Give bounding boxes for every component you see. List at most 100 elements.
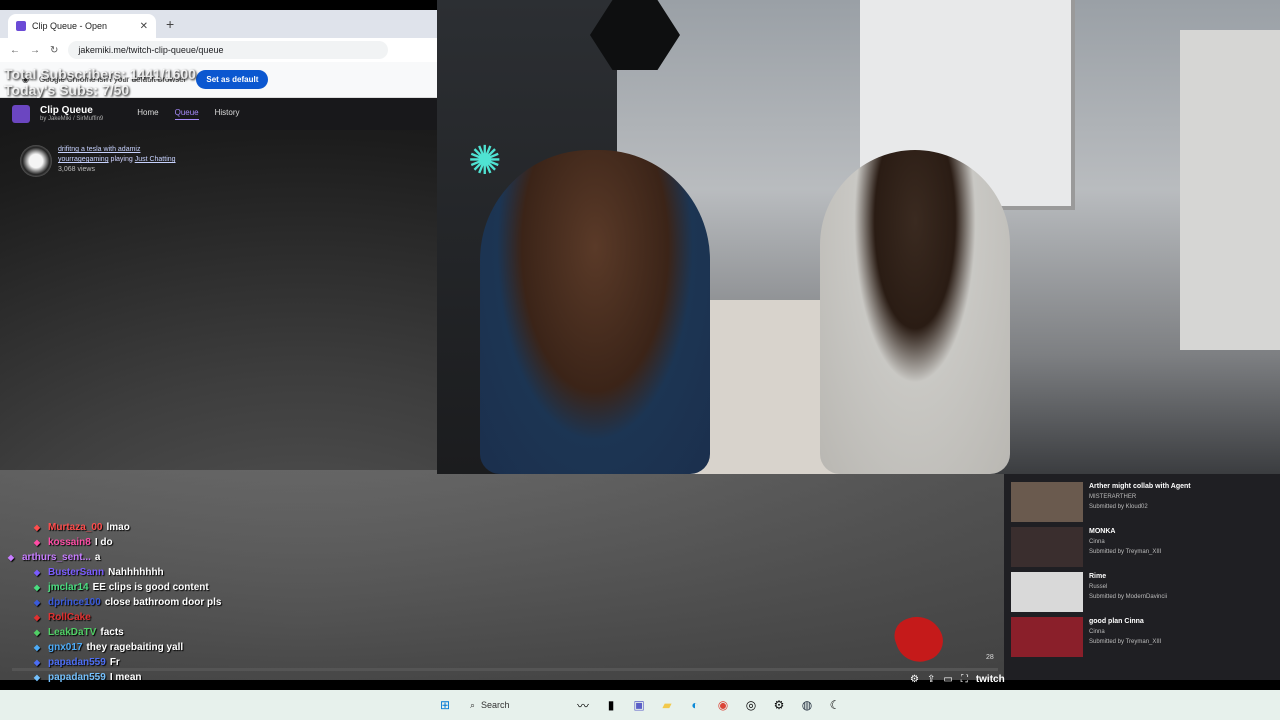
new-tab-icon[interactable]: +: [166, 16, 174, 32]
chat-username[interactable]: kossain8: [48, 537, 91, 548]
clip-queue-header: Clip Queue by JakeMiki / SirMuffin9 Home…: [0, 98, 437, 130]
clip-queue-byline: by JakeMiki / SirMuffin9: [40, 116, 104, 122]
door: [1180, 30, 1280, 350]
chat-username[interactable]: arthurs_sent...: [22, 552, 91, 563]
chat-username[interactable]: Murtaza_00: [48, 522, 102, 533]
progress-bar[interactable]: [12, 668, 998, 671]
nav-queue[interactable]: Queue: [174, 108, 199, 120]
clip-channel[interactable]: yourragegaming: [58, 156, 109, 163]
obs-icon[interactable]: ◎: [742, 696, 760, 714]
url-field[interactable]: jakemiki.me/twitch-clip-queue/queue: [68, 41, 389, 59]
clip-queue-favicon-icon: [16, 21, 26, 31]
set-default-button[interactable]: Set as default: [196, 70, 269, 89]
chat-username[interactable]: BusterSann: [48, 567, 104, 578]
queued-clip-channel: Russel: [1089, 584, 1108, 590]
file-explorer-icon[interactable]: ▰: [658, 696, 676, 714]
chat-text: a: [94, 552, 101, 563]
chat-message: ◆ jmclar14 EE clips is good content: [0, 580, 300, 595]
tab-title: Clip Queue - Open: [32, 21, 108, 31]
badge-icon: ◆: [33, 598, 41, 607]
queued-clip[interactable]: Rime Russel Submitted by ModernDavincii: [1004, 564, 1280, 612]
settings-icon[interactable]: ⚙: [910, 674, 919, 685]
chrome-icon[interactable]: ◉: [714, 696, 732, 714]
queued-clip[interactable]: Arther might collab with Agent MISTERARTH…: [1004, 474, 1280, 522]
nav-home[interactable]: Home: [137, 108, 158, 120]
chat-message: ◆ LeakDaTV facts: [0, 625, 300, 640]
chat-username[interactable]: papadan559: [48, 657, 106, 668]
chat-text: facts: [100, 627, 124, 638]
clips-sidebar: Arther might collab with Agent MISTERARTH…: [1004, 474, 1280, 680]
start-icon[interactable]: ⊞: [436, 696, 454, 714]
edge-icon[interactable]: ◐: [686, 696, 704, 714]
clip-thumbnail[interactable]: [1011, 572, 1083, 612]
tab-clip-queue[interactable]: Clip Queue - Open ✕: [8, 14, 156, 38]
chat-username[interactable]: RollCake: [48, 612, 91, 623]
close-icon[interactable]: ✕: [140, 21, 148, 32]
badge-icon: ◆: [33, 613, 41, 622]
chat-text: they ragebaiting yall: [86, 642, 184, 653]
clip-count: 28: [986, 654, 994, 661]
chat-username[interactable]: gnx017: [48, 642, 82, 653]
guest: [820, 150, 1010, 474]
chat-message: ◆ papadan559 I mean: [0, 670, 300, 685]
chat-username[interactable]: dprince100: [48, 597, 101, 608]
queued-clip-submitted: Submitted by ModernDavincii: [1089, 594, 1168, 600]
badge-icon: ◆: [33, 643, 41, 652]
queued-clip-submitted: Submitted by Kloud02: [1089, 504, 1148, 510]
nav-history[interactable]: History: [215, 108, 240, 120]
chat-message: ◆ arthurs_sent... a: [0, 550, 300, 565]
url-text: jakemiki.me/twitch-clip-queue/queue: [78, 45, 224, 55]
task-view-icon[interactable]: ▮: [602, 696, 620, 714]
queued-clip-title: MONKA: [1089, 528, 1116, 535]
queued-clip[interactable]: good plan Cinna Cinna Submitted by Treyman…: [1004, 609, 1280, 657]
clip-thumbnail[interactable]: [1011, 617, 1083, 657]
clip-category[interactable]: Just Chatting: [135, 156, 176, 163]
steam-icon[interactable]: ◍: [798, 696, 816, 714]
twitch-logo[interactable]: twitch: [976, 674, 1005, 685]
fullscreen-icon[interactable]: ⛶: [961, 674, 968, 685]
chat-message: ◆ RollCake: [0, 610, 300, 625]
clip-queue-nav: Home Queue History: [137, 108, 240, 120]
badge-icon: ◆: [7, 553, 15, 562]
chat-username[interactable]: jmclar14: [48, 582, 89, 593]
settings-app-icon[interactable]: ⚙: [770, 696, 788, 714]
taskbar-search[interactable]: ⌕ Search: [464, 694, 564, 716]
chat-message: ◆ dprince100 close bathroom door pls: [0, 595, 300, 610]
chat-message: ◆ BusterSann Nahhhhhhh: [0, 565, 300, 580]
theater-icon[interactable]: ▭: [943, 674, 952, 685]
forward-icon[interactable]: →: [30, 45, 40, 56]
clip-thumbnail[interactable]: [1011, 527, 1083, 567]
app-icon[interactable]: ☾: [826, 696, 844, 714]
share-icon[interactable]: ⇪: [927, 674, 935, 685]
badge-icon: ◆: [33, 538, 41, 547]
chat-overlay: ◆ Murtaza_00 lmao ◆ kossain8 I do ◆ arthurs_sen…: [0, 520, 300, 685]
back-icon[interactable]: ←: [10, 45, 20, 56]
chat-username[interactable]: LeakDaTV: [48, 627, 96, 638]
teams-chat-icon[interactable]: ▣: [630, 696, 648, 714]
sub-goal-overlay: Total Subscribers: 1441/1600 Today's Sub…: [4, 66, 196, 98]
player-controls: ⚙ ⇪ ▭ ⛶ twitch: [910, 674, 1005, 685]
widgets-icon[interactable]: 〰: [574, 696, 592, 714]
reload-icon[interactable]: ↻: [50, 45, 58, 56]
badge-icon: ◆: [33, 568, 41, 577]
badge-icon: ◆: [33, 583, 41, 592]
clip-thumbnail[interactable]: [1011, 482, 1083, 522]
chat-username[interactable]: papadan559: [48, 672, 106, 683]
tab-bar: Clip Queue - Open ✕ +: [0, 10, 437, 38]
badge-icon: ◆: [33, 673, 41, 682]
playing-label: playing: [110, 156, 133, 163]
badge-icon: ◆: [33, 523, 41, 532]
taskbar: ⊞ ⌕ Search 〰 ▮ ▣ ▰ ◐ ◉ ◎ ⚙ ◍ ☾: [0, 690, 1280, 720]
chat-text: close bathroom door pls: [104, 597, 222, 608]
address-bar: ← → ↻ jakemiki.me/twitch-clip-queue/queu…: [0, 38, 437, 62]
queued-clip-channel: MISTERARTHER: [1089, 494, 1137, 500]
chat-text: I do: [94, 537, 113, 548]
queued-clip-title: Arther might collab with Agent: [1089, 483, 1191, 490]
queued-clip-channel: Cinna: [1089, 629, 1105, 635]
badge-icon: ◆: [33, 658, 41, 667]
queued-clip[interactable]: MONKA Cinna Submitted by Treyman_XIII: [1004, 519, 1280, 567]
chat-text: I mean: [109, 672, 142, 683]
total-subs-text: Total Subscribers: 1441/1600: [4, 66, 196, 82]
clip-title[interactable]: drifitng a tesla with adamiz: [58, 145, 176, 155]
badge-icon: ◆: [33, 628, 41, 637]
